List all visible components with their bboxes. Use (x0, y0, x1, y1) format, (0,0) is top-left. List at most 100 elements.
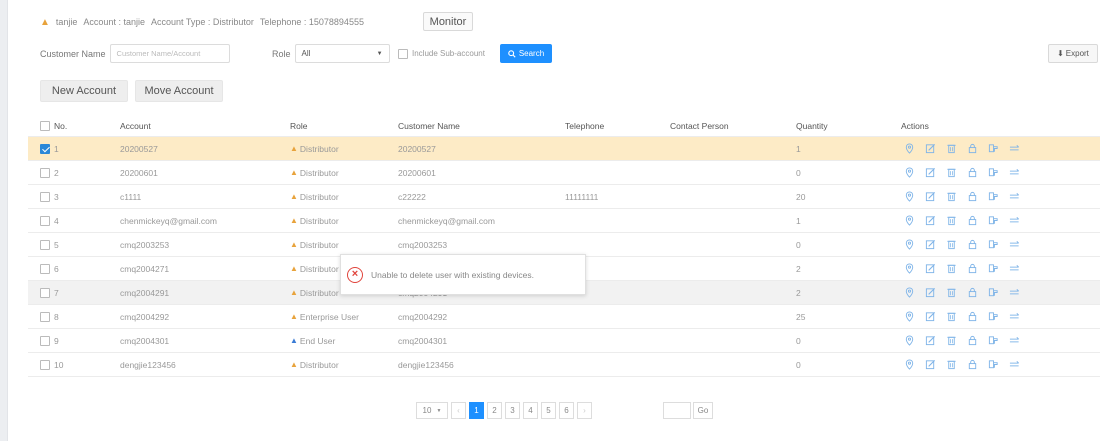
lock-icon[interactable] (966, 215, 978, 227)
row-checkbox[interactable] (40, 167, 50, 178)
delete-icon[interactable] (945, 143, 957, 155)
location-icon[interactable] (903, 287, 915, 299)
transfer-icon[interactable] (1008, 191, 1020, 203)
table-row[interactable]: 4 chenmickeyq@gmail.com ▲ Distributor chenmi… (28, 209, 1100, 233)
lock-icon[interactable] (966, 359, 978, 371)
lock-icon[interactable] (966, 287, 978, 299)
delete-icon[interactable] (945, 191, 957, 203)
page-number-button[interactable]: 5 (541, 402, 556, 419)
location-icon[interactable] (903, 191, 915, 203)
table-row[interactable]: 2 20200601 ▲ Distributor 20200601 0 (28, 161, 1100, 185)
lock-icon[interactable] (966, 167, 978, 179)
edit-icon[interactable] (924, 311, 936, 323)
transfer-icon[interactable] (1008, 311, 1020, 323)
device-icon[interactable] (987, 215, 999, 227)
location-icon[interactable] (903, 239, 915, 251)
row-number: 3 (54, 191, 59, 202)
delete-icon[interactable] (945, 239, 957, 251)
transfer-icon[interactable] (1008, 215, 1020, 227)
role-select[interactable]: All ▼ (294, 44, 390, 63)
edit-icon[interactable] (924, 263, 936, 275)
page-number-button[interactable]: 4 (523, 402, 538, 419)
edit-icon[interactable] (924, 359, 936, 371)
row-checkbox[interactable] (40, 359, 50, 370)
row-checkbox[interactable] (40, 287, 50, 298)
go-page-input[interactable] (663, 402, 691, 419)
user-role-icon: ▲ (290, 312, 298, 321)
row-checkbox[interactable] (40, 215, 50, 226)
table-row[interactable]: 1 20200527 ▲ Distributor 20200527 1 (28, 137, 1100, 161)
lock-icon[interactable] (966, 335, 978, 347)
device-icon[interactable] (987, 287, 999, 299)
move-account-button[interactable]: Move Account (135, 80, 223, 102)
table-row[interactable]: 10 dengjie123456 ▲ Distributor dengjie123456… (28, 353, 1100, 377)
row-checkbox[interactable] (40, 143, 50, 154)
location-icon[interactable] (903, 167, 915, 179)
table-row[interactable]: 3 c1111 ▲ Distributor c22222 11111111 20 (28, 185, 1100, 209)
lock-icon[interactable] (966, 239, 978, 251)
edit-icon[interactable] (924, 215, 936, 227)
location-icon[interactable] (903, 359, 915, 371)
go-button[interactable]: Go (693, 402, 713, 419)
transfer-icon[interactable] (1008, 287, 1020, 299)
page-size-select[interactable]: 10 ▼ (416, 402, 448, 419)
edit-icon[interactable] (924, 143, 936, 155)
delete-icon[interactable] (945, 263, 957, 275)
lock-icon[interactable] (966, 143, 978, 155)
location-icon[interactable] (903, 311, 915, 323)
search-button[interactable]: Search (500, 44, 552, 63)
location-icon[interactable] (903, 263, 915, 275)
customer-name-input[interactable]: Customer Name/Account (109, 44, 230, 63)
location-icon[interactable] (903, 335, 915, 347)
row-checkbox[interactable] (40, 191, 50, 202)
transfer-icon[interactable] (1008, 359, 1020, 371)
transfer-icon[interactable] (1008, 335, 1020, 347)
lock-icon[interactable] (966, 191, 978, 203)
device-icon[interactable] (987, 143, 999, 155)
transfer-icon[interactable] (1008, 167, 1020, 179)
device-icon[interactable] (987, 263, 999, 275)
new-account-button[interactable]: New Account (40, 80, 128, 102)
lock-icon[interactable] (966, 263, 978, 275)
device-icon[interactable] (987, 335, 999, 347)
select-all-checkbox[interactable] (40, 120, 50, 131)
page-number-button[interactable]: 3 (505, 402, 520, 419)
edit-icon[interactable] (924, 191, 936, 203)
delete-icon[interactable] (945, 311, 957, 323)
device-icon[interactable] (987, 239, 999, 251)
page-number-button[interactable]: 1 (469, 402, 484, 419)
row-checkbox[interactable] (40, 311, 50, 322)
monitor-button[interactable]: Monitor (423, 12, 473, 31)
device-icon[interactable] (987, 191, 999, 203)
location-icon[interactable] (903, 143, 915, 155)
location-icon[interactable] (903, 215, 915, 227)
next-page-button[interactable]: › (577, 402, 592, 419)
device-icon[interactable] (987, 167, 999, 179)
row-checkbox[interactable] (40, 239, 50, 250)
edit-icon[interactable] (924, 239, 936, 251)
edit-icon[interactable] (924, 167, 936, 179)
transfer-icon[interactable] (1008, 143, 1020, 155)
delete-icon[interactable] (945, 287, 957, 299)
delete-icon[interactable] (945, 215, 957, 227)
row-checkbox[interactable] (40, 263, 50, 274)
device-icon[interactable] (987, 311, 999, 323)
lock-icon[interactable] (966, 311, 978, 323)
delete-icon[interactable] (945, 359, 957, 371)
edit-icon[interactable] (924, 287, 936, 299)
export-button[interactable]: ⬇ Export (1048, 44, 1098, 63)
table-row[interactable]: 8 cmq2004292 ▲ Enterprise User cmq2004292 25 (28, 305, 1100, 329)
edit-icon[interactable] (924, 335, 936, 347)
transfer-icon[interactable] (1008, 263, 1020, 275)
device-icon[interactable] (987, 359, 999, 371)
transfer-icon[interactable] (1008, 239, 1020, 251)
table-row[interactable]: 9 cmq2004301 ▲ End User cmq2004301 0 (28, 329, 1100, 353)
row-checkbox[interactable] (40, 335, 50, 346)
page-number-button[interactable]: 6 (559, 402, 574, 419)
delete-icon[interactable] (945, 335, 957, 347)
page-number-button[interactable]: 2 (487, 402, 502, 419)
delete-icon[interactable] (945, 167, 957, 179)
row-number: 9 (54, 335, 59, 346)
prev-page-button[interactable]: ‹ (451, 402, 466, 419)
include-sub-checkbox[interactable] (398, 48, 408, 59)
